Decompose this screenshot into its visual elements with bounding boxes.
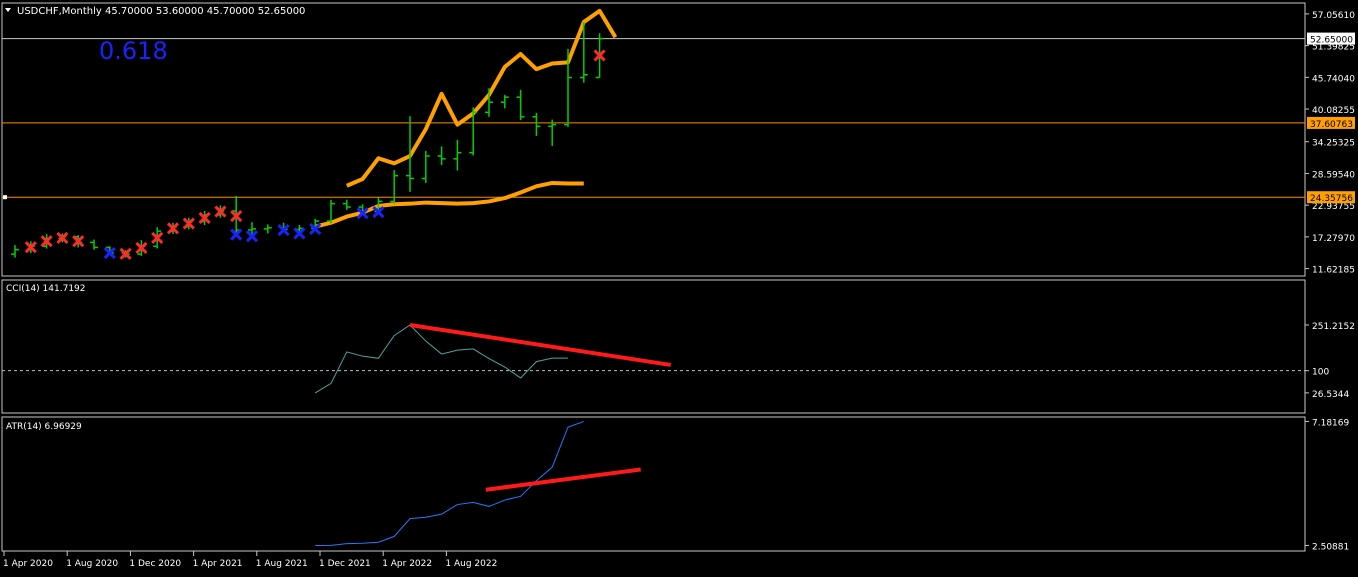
- y-tick-label: 28.59540: [1312, 170, 1355, 180]
- x-tick-label: 1 Apr 2022: [382, 559, 432, 569]
- price-bar: [500, 94, 509, 109]
- price-bar: [421, 150, 430, 183]
- cci-y-tick-label: 251.2152: [1312, 322, 1355, 332]
- price-tag-label: 52.65000: [1310, 36, 1353, 46]
- x-tick-label: 1 Apr 2021: [193, 559, 243, 569]
- window-menu-triangle-icon[interactable]: [5, 8, 11, 12]
- price-bar: [90, 239, 98, 250]
- y-tick-label: 57.05610: [1312, 11, 1355, 21]
- x-tick-label: 1 Dec 2020: [129, 559, 181, 569]
- cci-y-tick-label: 26.5344: [1312, 390, 1349, 400]
- y-tick-label: 11.62185: [1312, 266, 1355, 276]
- chart-window: 57.05610 51.39825 45.74040 40.08255 34.25325…: [0, 0, 1358, 573]
- envelope-lower-line: [314, 180, 584, 229]
- price-tag-label: 37.60763: [1310, 120, 1353, 130]
- cci-y-tick-label: 100: [1312, 368, 1329, 378]
- cci-line: [314, 324, 568, 394]
- y-tick-label: 17.27970: [1312, 234, 1355, 244]
- price-tag: 24.35756: [1307, 191, 1355, 204]
- x-tick-label: 1 Apr 2020: [3, 559, 53, 569]
- y-tick-label: 45.74040: [1312, 74, 1355, 84]
- price-bar: [11, 245, 19, 258]
- price-bar: [532, 112, 541, 136]
- atr-pane-frame: [1, 416, 1306, 552]
- x-tick-label: 1 Aug 2021: [256, 559, 308, 569]
- envelope-upper-line: [346, 8, 618, 188]
- y-tick-label: 40.08255: [1312, 106, 1355, 116]
- price-bar: [548, 119, 557, 146]
- chart-canvas[interactable]: 57.0561051.3982545.7404040.0825534.25325…: [0, 0, 1358, 573]
- x-tick-label: 1 Aug 2020: [66, 559, 118, 569]
- y-tick-label: 34.25325: [1312, 139, 1355, 149]
- cci-trendline[interactable]: [409, 323, 672, 367]
- price-tag: 37.60763: [1307, 116, 1355, 130]
- price-tag-label: 24.35756: [1310, 194, 1353, 204]
- price-bar: [516, 89, 525, 121]
- atr-title: ATR(14) 6.96929: [6, 422, 82, 432]
- fibonacci-label: 0.618: [99, 37, 168, 65]
- main-pane-frame: [1, 2, 1306, 277]
- line-anchor-handle[interactable]: [3, 195, 7, 200]
- atr-trendline[interactable]: [485, 467, 641, 492]
- price-bar: [437, 146, 446, 166]
- cci-title: CCI(14) 141.7192: [6, 284, 86, 294]
- atr-y-tick-label: 7.18169: [1312, 418, 1349, 428]
- cci-pane-frame: [1, 279, 1306, 414]
- price-bar: [342, 199, 351, 210]
- x-tick-label: 1 Dec 2021: [319, 559, 371, 569]
- price-tag: 52.65000: [1307, 32, 1355, 46]
- atr-y-tick-label: 2.50881: [1312, 542, 1349, 552]
- price-bar: [390, 170, 399, 204]
- price-bar: [263, 224, 272, 234]
- x-tick-label: 1 Aug 2022: [445, 559, 497, 569]
- price-bar: [453, 139, 462, 171]
- symbol-title: USDCHF,Monthly 45.70000 53.60000 45.7000…: [17, 6, 305, 17]
